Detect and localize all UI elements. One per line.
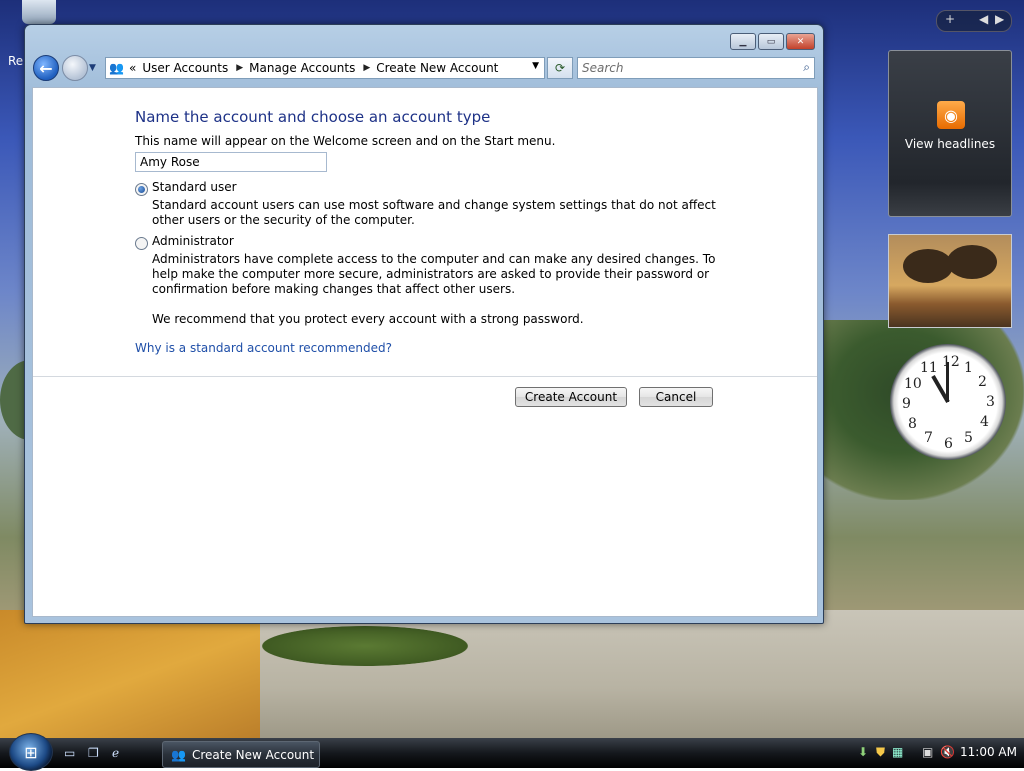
clock-number: 1 <box>964 360 973 376</box>
previous-page-icon[interactable]: ◀ <box>979 12 988 26</box>
clock-number: 12 <box>942 354 960 370</box>
clock-number: 6 <box>944 436 953 452</box>
clock-gadget[interactable]: 12 1 2 3 4 5 6 7 8 9 10 11 <box>890 344 1006 460</box>
administrator-description: Administrators have complete access to t… <box>152 252 716 296</box>
show-desktop-icon[interactable]: ▭ <box>64 746 80 760</box>
standard-user-radio[interactable] <box>135 183 148 196</box>
create-account-button[interactable]: Create Account <box>515 387 627 407</box>
volume-muted-icon[interactable]: 🔇 <box>940 745 955 759</box>
content-pane: Name the account and choose an account t… <box>32 87 818 617</box>
background-field <box>0 610 260 750</box>
ie-icon[interactable]: ℯ <box>112 746 128 760</box>
clock-number: 7 <box>924 430 933 446</box>
maximize-button[interactable]: ▭ <box>758 33 784 50</box>
security-shield-icon[interactable]: ⛊ <box>876 745 885 760</box>
network-icon[interactable]: ▣ <box>922 745 933 759</box>
administrator-label[interactable]: Administrator <box>152 234 234 248</box>
taskbar-item-label: Create New Account <box>191 747 315 762</box>
chevron-right-icon[interactable]: ▶ <box>236 63 243 73</box>
administrator-option[interactable]: Administrator <box>135 234 234 250</box>
breadcrumb-prefix[interactable]: « <box>129 61 136 75</box>
standard-user-label[interactable]: Standard user <box>152 180 237 194</box>
address-bar[interactable]: 👥 « User Accounts ▶ Manage Accounts ▶ Cr… <box>105 57 545 79</box>
clock-number: 3 <box>986 394 995 410</box>
forward-icon[interactable] <box>62 55 88 81</box>
window-controls: ▁ ▭ ✕ <box>730 33 815 50</box>
background-islet <box>262 626 468 666</box>
user-accounts-icon: 👥 <box>171 747 186 762</box>
view-headlines-label[interactable]: View headlines <box>889 137 1011 151</box>
breadcrumb-user-accounts[interactable]: User Accounts <box>142 61 228 75</box>
windows-defender-icon[interactable]: ▦ <box>892 745 903 759</box>
clock-number: 8 <box>908 416 917 432</box>
user-accounts-icon: 👥 <box>109 61 124 75</box>
sidebar-tray-icon[interactable]: ⬇ <box>858 745 868 759</box>
chevron-down-icon[interactable]: ▼ <box>532 61 539 71</box>
back-icon[interactable]: ← <box>33 55 59 81</box>
add-gadget-icon[interactable]: + <box>945 12 955 26</box>
create-account-window: ▁ ▭ ✕ ← ▼ 👥 « User Accounts ▶ Manage Acc… <box>24 24 824 624</box>
breadcrumb-create-new-account[interactable]: Create New Account <box>376 61 498 75</box>
standard-user-description: Standard account users can use most soft… <box>152 198 716 227</box>
account-name-field[interactable] <box>135 152 327 172</box>
standard-user-option[interactable]: Standard user <box>135 180 237 196</box>
photo-tree <box>903 249 953 283</box>
search-input[interactable] <box>578 58 784 78</box>
name-description: This name will appear on the Welcome scr… <box>135 134 556 148</box>
feed-headlines-gadget[interactable]: ◉ View headlines <box>888 50 1012 217</box>
recycle-bin-icon[interactable] <box>22 0 56 24</box>
clock-number: 9 <box>902 396 911 412</box>
taskbar-item-create-new-account[interactable]: 👥 Create New Account <box>162 741 320 768</box>
clock-number: 4 <box>980 414 989 430</box>
photo-tree <box>947 245 997 279</box>
recent-pages-dropdown[interactable]: ▼ <box>89 63 96 73</box>
taskbar <box>0 738 1024 768</box>
chevron-right-icon[interactable]: ▶ <box>363 63 370 73</box>
standard-account-help-link[interactable]: Why is a standard account recommended? <box>135 341 392 355</box>
clock-number: 11 <box>920 360 938 376</box>
clock-number: 10 <box>904 376 922 392</box>
start-orb-icon[interactable]: ⊞ <box>9 733 53 771</box>
slide-show-gadget[interactable] <box>888 234 1012 328</box>
breadcrumb-manage-accounts[interactable]: Manage Accounts <box>249 61 355 75</box>
next-page-icon[interactable]: ▶ <box>995 12 1004 26</box>
search-box[interactable]: ⌕ <box>577 57 815 79</box>
refresh-icon[interactable]: ⟳ <box>547 57 573 79</box>
clock-number: 2 <box>978 374 987 390</box>
sidebar-controls: + ◀ ▶ <box>936 10 1012 32</box>
divider <box>33 376 817 377</box>
clock-number: 5 <box>964 430 973 446</box>
password-recommendation: We recommend that you protect every acco… <box>152 312 584 326</box>
navigation-bar: ← ▼ 👥 « User Accounts ▶ Manage Accounts … <box>31 55 817 85</box>
switch-windows-icon[interactable]: ❐ <box>88 746 104 760</box>
rss-icon[interactable]: ◉ <box>937 101 965 129</box>
search-icon[interactable]: ⌕ <box>803 60 810 75</box>
recycle-bin-label: Re <box>8 54 24 68</box>
administrator-radio[interactable] <box>135 237 148 250</box>
cancel-button[interactable]: Cancel <box>639 387 713 407</box>
system-clock[interactable]: 11:00 AM <box>960 745 1017 759</box>
page-title: Name the account and choose an account t… <box>135 108 491 126</box>
minimize-button[interactable]: ▁ <box>730 33 756 50</box>
close-button[interactable]: ✕ <box>786 33 815 50</box>
